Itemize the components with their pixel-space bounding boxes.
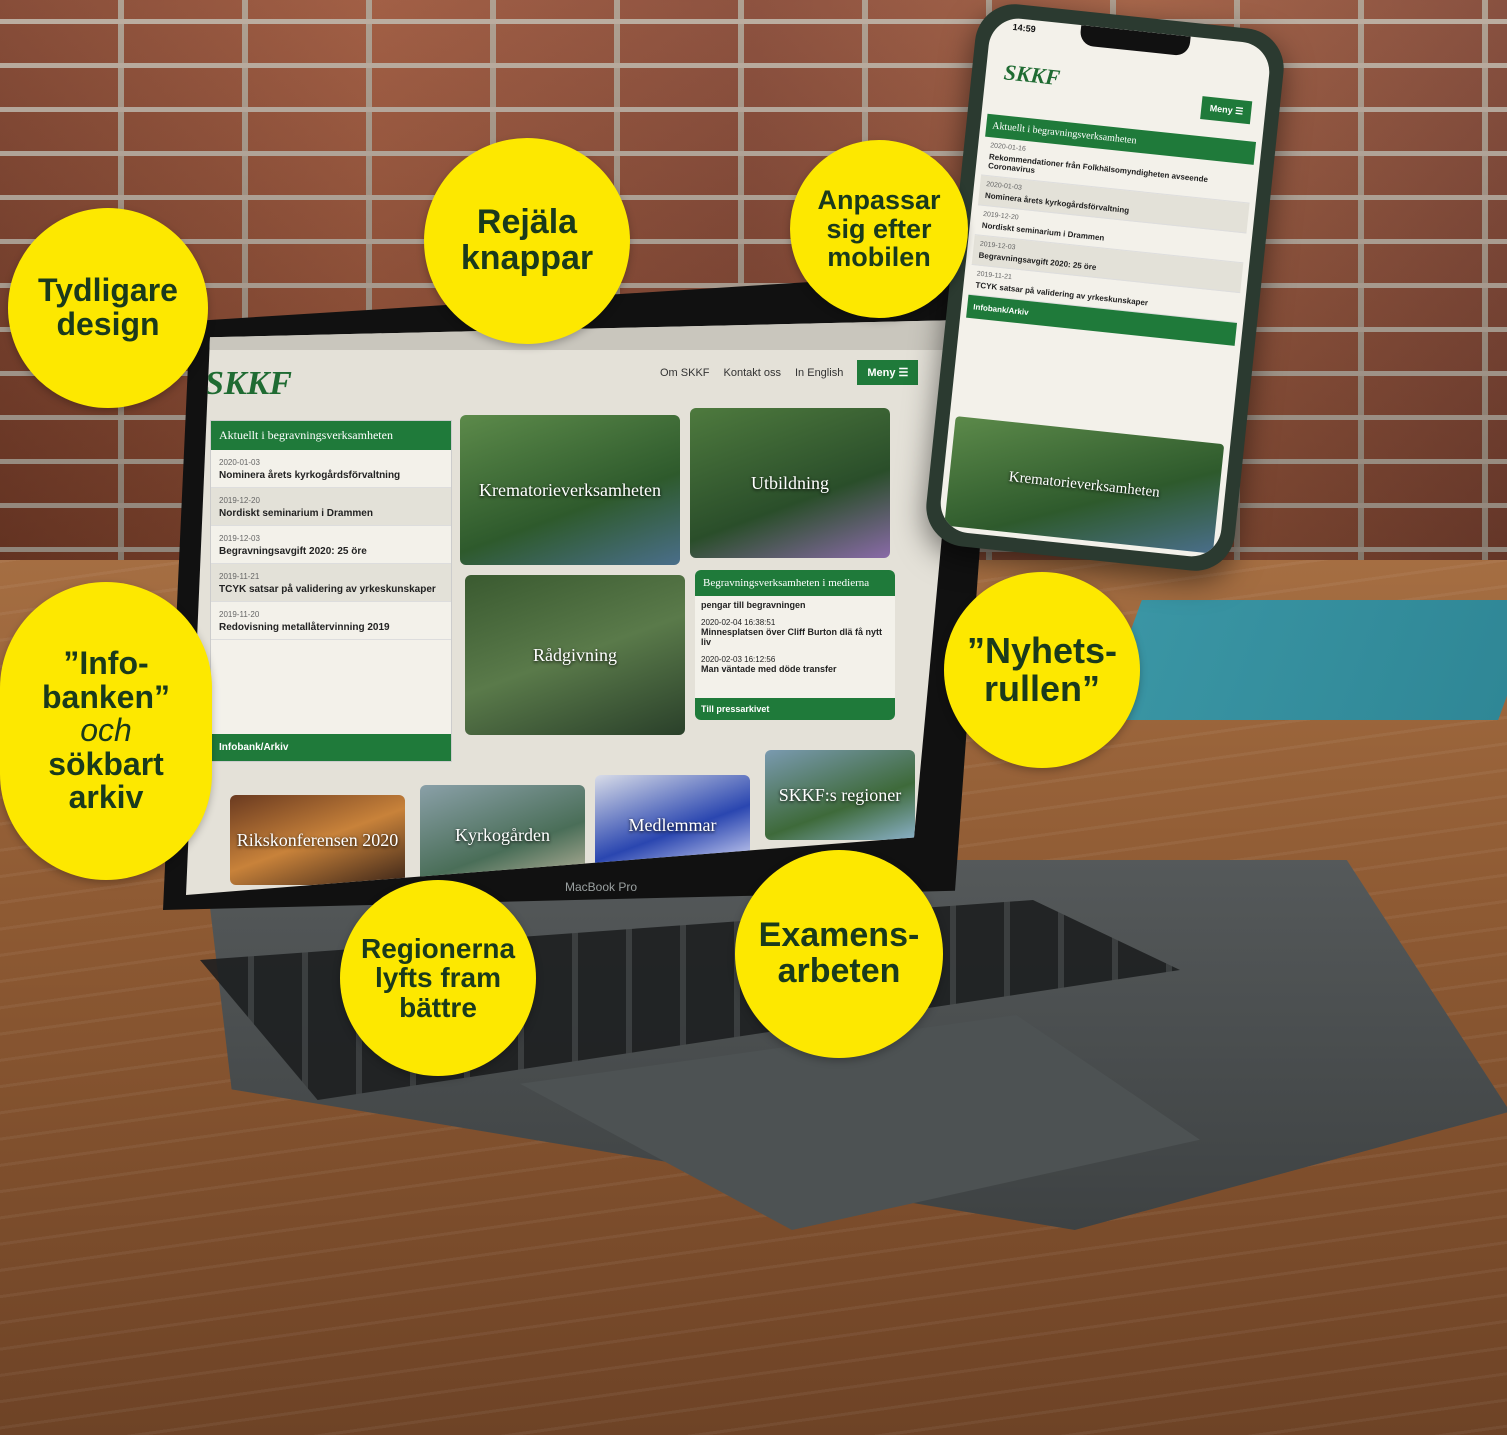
phone-time: 14:59 [1012,21,1037,35]
news-title: TCYK satsar på validering av yrkeskunska… [219,584,436,595]
press-archive-button[interactable]: Till pressarkivet [695,698,895,720]
news-date: 2019-12-20 [219,496,260,505]
press-panel: Begravningsverksamheten i medierna penga… [695,570,895,720]
callout-line: Anpassar [817,185,941,216]
press-date: 2020-02-04 16:38:51 [701,618,776,627]
news-date: 2020-01-03 [219,458,260,467]
callout-line: bättre [399,991,477,1023]
menu-button[interactable]: Meny ☰ [857,360,919,385]
news-item[interactable]: 2019-11-20 Redovisning metallåtervinning… [211,602,451,640]
laptop-screen: SKKF Om SKKF Kontakt oss In English Meny… [186,320,962,895]
tile-utbildning[interactable]: Utbildning [690,408,890,558]
site-logo[interactable]: SKKF [205,365,292,403]
news-item[interactable]: 2019-12-03 Begravningsavgift 2020: 25 ör… [211,526,451,564]
callout-tydligare-design: Tydligare design [8,208,208,408]
callout-line: sökbart [48,745,164,782]
callout-line: Tydligare [38,272,178,309]
nav-link-english[interactable]: In English [795,367,843,379]
callout-line: design [56,306,160,342]
press-item[interactable]: 2020-02-04 16:38:51 Minnesplatsen över C… [695,614,895,651]
callout-regionerna: Regionerna lyfts fram bättre [340,880,536,1076]
phone-logo[interactable]: SKKF [1003,59,1062,91]
callout-line: sig efter [826,213,932,244]
press-heading: Begravningsverksamheten i medierna [695,570,895,596]
news-title: Redovisning metallåtervinning 2019 [219,622,390,633]
callout-nyhetsrullen: ”Nyhets- rullen” [944,572,1140,768]
callout-examensarbeten: Examens- arbeten [735,850,943,1058]
callout-line: lyfts fram [374,962,502,994]
news-title: Nominera årets kyrkogårdsförvaltning [219,470,401,481]
callout-line: arkiv [68,779,144,816]
callout-line: ”Info- [63,645,149,682]
news-item[interactable]: 2019-12-20 Nordiskt seminarium i Drammen [211,488,451,526]
infobank-button[interactable]: Infobank/Arkiv [211,734,451,761]
callout-line: banken” [41,678,171,715]
news-date: 2019-12-03 [219,534,260,543]
phone-news-panel: Aktuellt i begravningsverksamheten 2020-… [966,113,1257,346]
callout-line: mobilen [827,242,931,273]
news-heading: Aktuellt i begravningsverksamheten [211,421,451,450]
callout-line: ”Nyhets- [966,630,1118,672]
phone-screen: 14:59 SKKF Meny ☰ Aktuellt i begravnings… [937,15,1273,560]
press-item[interactable]: 2020-02-03 16:12:56 Man väntade med döde… [695,651,895,678]
tile-rikskonferensen[interactable]: Rikskonferensen 2020 [230,795,405,885]
phone: 14:59 SKKF Meny ☰ Aktuellt i begravnings… [922,0,1288,575]
teal-mat [1098,600,1507,720]
news-item[interactable]: 2019-11-21 TCYK satsar på validering av … [211,564,451,602]
callout-line: knappar [460,239,594,277]
nav-link-om[interactable]: Om SKKF [660,367,710,379]
phone-menu-button[interactable]: Meny ☰ [1200,96,1253,125]
callout-line: Regionerna [360,932,516,964]
tile-regioner[interactable]: SKKF:s regioner [765,750,915,840]
site-nav: Om SKKF Kontakt oss In English Meny ☰ [660,360,919,385]
news-title: Begravningsavgift 2020: 25 öre [219,546,367,557]
press-date: 2020-02-03 16:12:56 [701,655,776,664]
callout-line: Examens- [758,916,920,955]
callout-line: Rejäla [476,203,578,242]
news-date: 2019-11-21 [219,572,260,581]
press-title: Minnesplatsen över Cliff Burton dlä få n… [701,627,883,647]
news-title: Nordiskt seminarium i Drammen [219,508,373,519]
press-title: pengar till begravningen [701,600,806,610]
callout-rejala-knappar: Rejäla knappar [424,138,630,344]
laptop-brand-label: MacBook Pro [565,880,638,894]
callout-infobanken-arkiv: ”Info- banken” och sökbart arkiv [0,582,212,880]
callout-line: rullen” [983,668,1100,709]
phone-tile-krematorie[interactable]: Krematorieverksamheten [944,416,1225,554]
nav-link-kontakt[interactable]: Kontakt oss [724,367,781,379]
callout-line: och [80,712,132,749]
phone-notch [1079,25,1191,57]
news-item[interactable]: 2020-01-03 Nominera årets kyrkogårdsförv… [211,450,451,488]
tile-radgivning[interactable]: Rådgivning [465,575,685,735]
news-panel: Aktuellt i begravningsverksamheten 2020-… [210,420,452,762]
news-date: 2019-11-20 [219,610,260,619]
callout-line: arbeten [777,952,901,990]
tile-krematorie[interactable]: Krematorieverksamheten [460,415,680,565]
press-title: Man väntade med döde transfer [701,664,837,674]
press-item[interactable]: pengar till begravningen [695,596,895,614]
callout-anpassar-mobilen: Anpassar sig efter mobilen [790,140,968,318]
